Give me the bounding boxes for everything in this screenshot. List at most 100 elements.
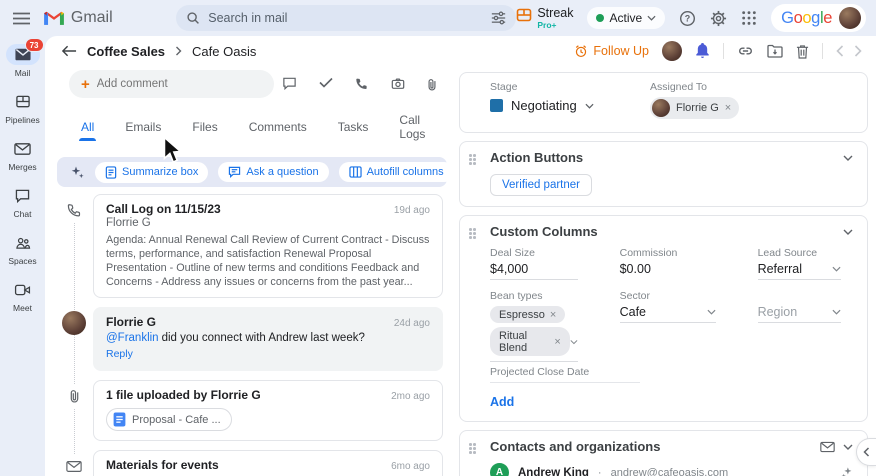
item-author: Florrie G bbox=[106, 217, 430, 229]
projected-close-date-field[interactable]: Projected Close Date bbox=[490, 366, 640, 383]
box-details-panel: Stage Negotiating Assigned To Florrie G bbox=[455, 64, 876, 476]
chevron-down-icon bbox=[647, 15, 656, 21]
camera-icon[interactable] bbox=[391, 77, 405, 92]
add-comment-field[interactable]: + bbox=[69, 70, 274, 98]
sidebar-item-merges[interactable]: Merges bbox=[0, 138, 45, 172]
sidebar-item-meet[interactable]: Meet bbox=[0, 279, 45, 313]
copy-link-icon[interactable] bbox=[737, 43, 754, 59]
back-arrow-icon[interactable] bbox=[61, 45, 77, 57]
summarize-box-button[interactable]: Summarize box bbox=[95, 162, 208, 183]
collapse-chevron-icon[interactable] bbox=[843, 155, 853, 161]
breadcrumb-separator-icon bbox=[175, 46, 182, 56]
collapse-chevron-icon[interactable] bbox=[843, 444, 853, 450]
attachment-icon bbox=[61, 384, 87, 408]
next-box-icon[interactable] bbox=[854, 45, 862, 57]
comment-icon[interactable] bbox=[282, 77, 297, 92]
add-comment-input[interactable] bbox=[97, 78, 247, 90]
task-check-icon[interactable] bbox=[319, 77, 333, 92]
bean-type-chip[interactable]: Espresso × bbox=[490, 306, 565, 323]
commission-field[interactable]: Commission $0.00 bbox=[620, 247, 716, 280]
tab-all[interactable]: All bbox=[79, 118, 96, 140]
breadcrumb-pipeline[interactable]: Coffee Sales bbox=[87, 44, 165, 59]
sidebar-item-spaces[interactable]: Spaces bbox=[0, 232, 45, 266]
remove-icon[interactable]: × bbox=[725, 102, 731, 114]
verified-partner-button[interactable]: Verified partner bbox=[490, 174, 592, 196]
apps-grid-icon[interactable] bbox=[741, 10, 757, 26]
sidebar-item-chat[interactable]: Chat bbox=[0, 185, 45, 219]
autofill-columns-button[interactable]: Autofill columns bbox=[339, 162, 454, 182]
add-column-button[interactable]: Add bbox=[490, 395, 514, 409]
search-bar[interactable] bbox=[176, 5, 516, 31]
timeline-item-call-log[interactable]: Call Log on 11/15/23 19d ago Florrie G A… bbox=[57, 194, 447, 298]
drag-handle-icon[interactable] bbox=[469, 228, 477, 240]
deal-size-field[interactable]: Deal Size $4,000 bbox=[490, 247, 578, 280]
remove-icon[interactable]: × bbox=[554, 336, 560, 348]
timeline-item-comment[interactable]: Florrie G 24d ago @Franklindid you conne… bbox=[57, 307, 447, 371]
ask-a-question-button[interactable]: Ask a question bbox=[218, 162, 328, 182]
search-input[interactable] bbox=[208, 11, 483, 25]
move-to-folder-icon[interactable] bbox=[767, 44, 783, 58]
help-icon[interactable]: ? bbox=[679, 10, 696, 27]
bean-type-chip[interactable]: Ritual Blend × bbox=[490, 327, 570, 356]
remove-icon[interactable]: × bbox=[550, 309, 556, 321]
email-subject: Materials for events bbox=[106, 458, 219, 472]
timeline-item-file[interactable]: 1 file uploaded by Florrie G 2mo ago Pro… bbox=[57, 380, 447, 441]
bean-types-field[interactable]: Bean types Espresso × Ritual Blend bbox=[490, 290, 578, 362]
lead-source-field[interactable]: Lead Source Referral bbox=[758, 247, 841, 280]
tab-files[interactable]: Files bbox=[190, 118, 219, 140]
question-bubble-icon bbox=[228, 166, 241, 178]
email-contacts-icon[interactable] bbox=[820, 441, 835, 453]
tab-emails[interactable]: Emails bbox=[123, 118, 163, 140]
item-timestamp: 6mo ago bbox=[383, 461, 430, 472]
timeline-item-email[interactable]: Materials for events 6mo ago andrew@cafe… bbox=[57, 450, 447, 476]
gmail-logo[interactable]: Gmail bbox=[43, 9, 176, 27]
pipelines-icon bbox=[15, 94, 31, 109]
sector-field[interactable]: Sector Cafe bbox=[620, 290, 716, 362]
sidebar-item-mail[interactable]: 73 Mail bbox=[0, 44, 45, 78]
follow-up-button[interactable]: Follow Up bbox=[574, 44, 649, 58]
streak-icon bbox=[516, 7, 532, 23]
notifications-bell-icon[interactable] bbox=[695, 43, 710, 59]
item-body: Agenda: Annual Renewal Call Review of Cu… bbox=[106, 233, 430, 289]
tab-tasks[interactable]: Tasks bbox=[336, 118, 371, 140]
collapse-chevron-icon[interactable] bbox=[843, 229, 853, 235]
chevron-down-icon bbox=[832, 309, 841, 315]
item-title: 1 file uploaded by Florrie G bbox=[106, 388, 261, 402]
merges-icon bbox=[14, 142, 31, 156]
assignee-chip[interactable]: Florrie G × bbox=[650, 97, 739, 119]
assignee-avatar[interactable] bbox=[662, 41, 682, 61]
ai-suggestions-bar: Summarize box Ask a question Autofill co… bbox=[57, 157, 447, 187]
reply-button[interactable]: Reply bbox=[106, 348, 133, 360]
breadcrumb: Coffee Sales Cafe Oasis bbox=[87, 44, 256, 59]
tab-comments[interactable]: Comments bbox=[247, 118, 309, 140]
delete-trash-icon[interactable] bbox=[796, 44, 809, 59]
gmail-left-rail: 73 Mail Pipelines Merges Chat S bbox=[0, 36, 45, 476]
status-dropdown[interactable]: Active bbox=[587, 7, 665, 29]
sidebar-item-pipelines[interactable]: Pipelines bbox=[0, 91, 45, 125]
file-attachment-chip[interactable]: Proposal - Cafe ... bbox=[106, 408, 232, 431]
streak-extension-button[interactable]: Streak Pro+ bbox=[516, 7, 573, 29]
drag-handle-icon[interactable] bbox=[469, 443, 477, 455]
call-log-icon[interactable] bbox=[355, 77, 369, 92]
panel-collapse-handle[interactable] bbox=[856, 438, 876, 466]
magic-sparkle-icon[interactable] bbox=[840, 466, 853, 476]
previous-box-icon[interactable] bbox=[836, 45, 844, 57]
attachment-icon[interactable] bbox=[427, 77, 437, 92]
settings-gear-icon[interactable] bbox=[710, 10, 727, 27]
timeline-tabs: All Emails Files Comments Tasks Call Log… bbox=[79, 111, 441, 155]
google-account-area: Google bbox=[771, 4, 866, 32]
drag-handle-icon[interactable] bbox=[469, 154, 477, 166]
commenter-avatar bbox=[62, 311, 86, 335]
region-field[interactable]: Region bbox=[758, 290, 841, 362]
tab-call-logs[interactable]: Call Logs bbox=[397, 111, 427, 147]
contact-row[interactable]: A Andrew King · andrew@cafeoasis.com bbox=[490, 463, 853, 476]
status-dot-icon bbox=[596, 14, 604, 22]
hamburger-menu-icon[interactable] bbox=[0, 12, 43, 25]
stage-dropdown[interactable]: Negotiating bbox=[490, 98, 650, 113]
search-options-icon[interactable] bbox=[491, 11, 506, 25]
stage-label: Stage bbox=[490, 81, 650, 93]
chevron-down-icon bbox=[570, 339, 578, 345]
stage-color-icon bbox=[490, 99, 503, 112]
account-avatar[interactable] bbox=[839, 7, 861, 29]
mention-link[interactable]: @Franklin bbox=[106, 332, 159, 344]
